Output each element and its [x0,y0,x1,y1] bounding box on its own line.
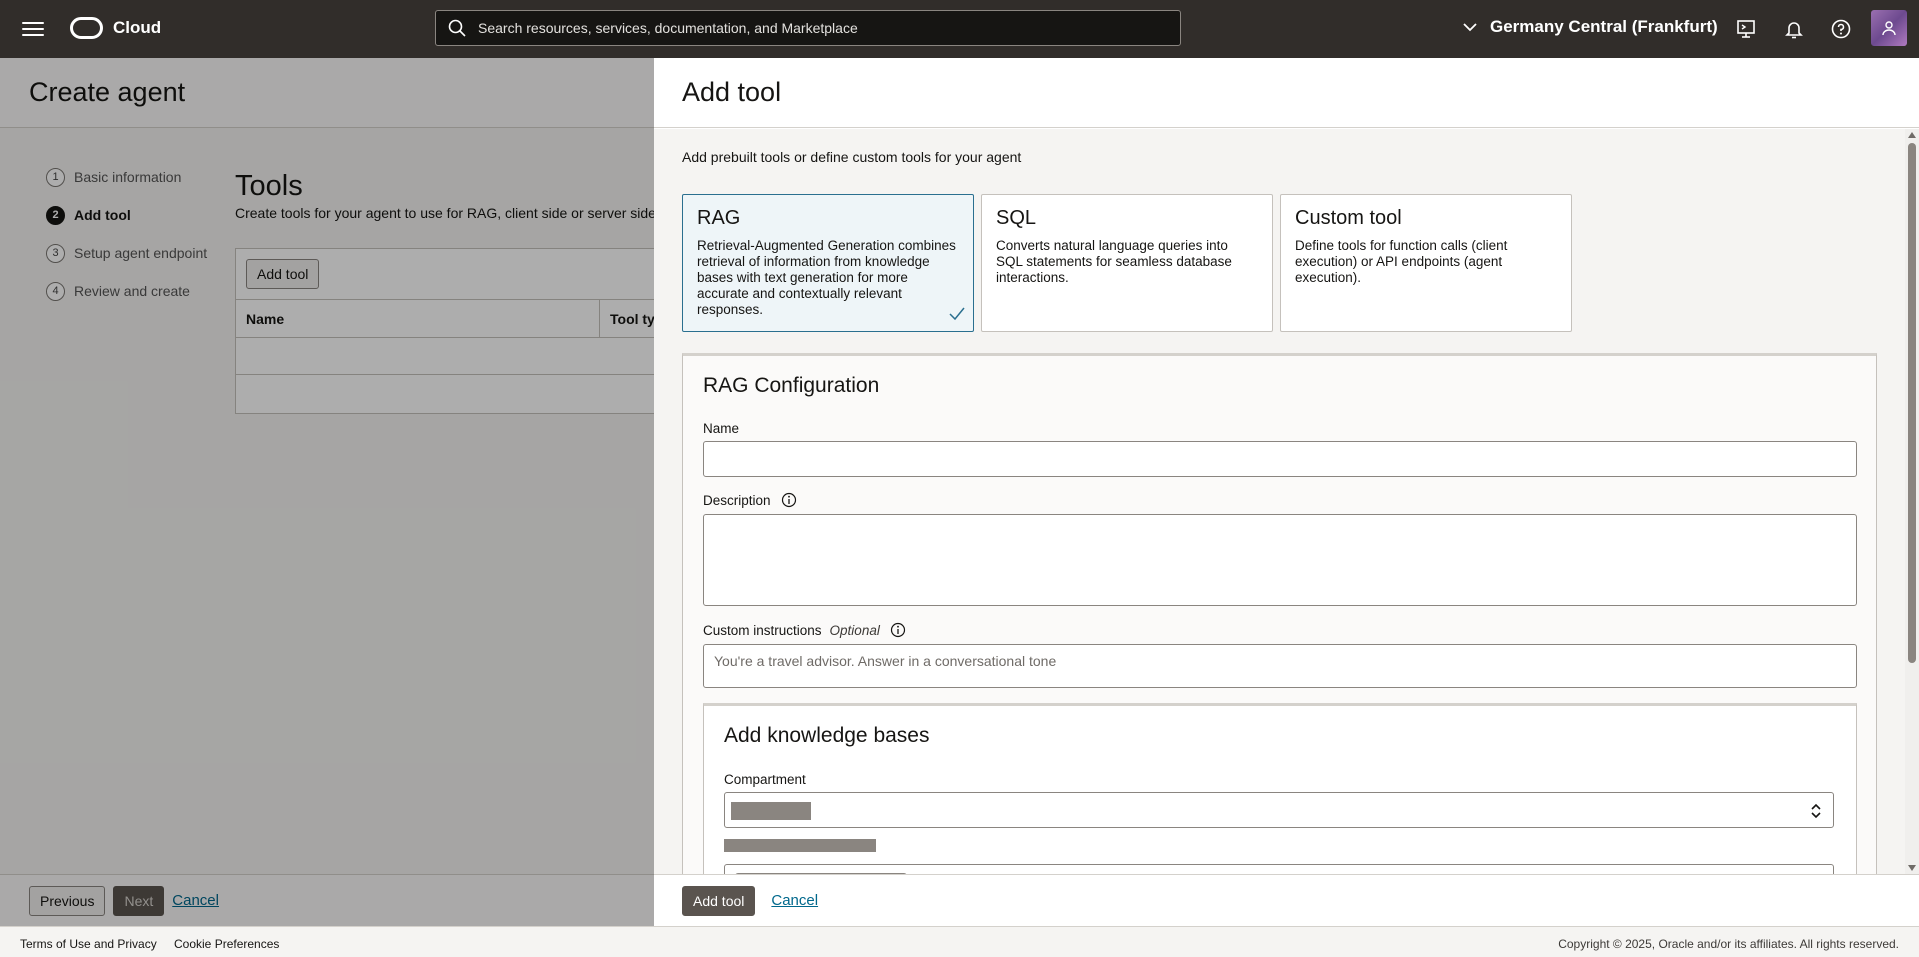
up-down-chevron-icon [1811,803,1821,819]
copyright-text: Copyright © 2025, Oracle and/or its affi… [1558,937,1899,951]
search-input[interactable] [478,20,1180,36]
optional-tag: Optional [829,622,880,638]
card-description: Define tools for function calls (client … [1295,238,1508,285]
terms-link[interactable]: Terms of Use and Privacy [20,937,157,951]
knowledge-base-table [724,864,1834,874]
top-navigation-bar: Cloud Germany Central (Frankfurt) [0,0,1919,58]
name-input[interactable] [703,441,1857,477]
user-avatar[interactable] [1871,10,1907,46]
panel-title: Add tool [682,77,782,107]
card-title: SQL [996,207,1037,229]
description-label-text: Description [703,492,771,508]
card-title: Custom tool [1295,207,1402,229]
card-title: RAG [697,207,741,229]
tool-card-sql[interactable]: SQL Converts natural language queries in… [981,194,1273,332]
user-icon [1882,21,1896,36]
help-icon[interactable] [1830,18,1852,40]
panel-header: Add tool [654,58,1919,128]
info-icon[interactable] [781,492,797,508]
redacted-path [724,839,876,852]
info-icon[interactable] [890,622,906,638]
add-tool-panel: Add tool Add prebuilt tools or define cu… [654,58,1919,926]
notifications-bell-icon[interactable] [1783,18,1805,40]
cloud-shell-icon[interactable] [1735,18,1757,40]
oracle-logo-icon[interactable] [70,17,103,39]
cookie-preferences-link[interactable]: Cookie Preferences [174,937,279,951]
compartment-select[interactable] [724,792,1834,828]
panel-body: Add prebuilt tools or define custom tool… [654,129,1919,874]
chevron-down-icon [1463,23,1477,32]
instructions-label-text: Custom instructions [703,622,822,638]
name-label-text: Name [703,421,740,436]
panel-intro: Add prebuilt tools or define custom tool… [682,149,1022,165]
panel-footer: Add tool Cancel [654,874,1919,926]
region-selector[interactable]: Germany Central (Frankfurt) [1462,17,1718,37]
panel-scrollbar[interactable] [1905,129,1919,874]
name-label: Name [703,421,739,436]
section-title: Add knowledge bases [724,724,930,747]
tool-card-rag[interactable]: RAG Retrieval-Augmented Generation combi… [682,194,974,332]
panel-cancel-link[interactable]: Cancel [771,892,818,909]
rag-configuration-section: RAG Configuration Name Description Custo… [682,353,1877,874]
tool-card-custom[interactable]: Custom tool Define tools for function ca… [1280,194,1572,332]
search-icon [448,19,466,37]
search-bar[interactable] [435,10,1181,46]
description-textarea[interactable] [703,514,1857,606]
region-label: Germany Central (Frankfurt) [1490,17,1718,36]
menu-icon[interactable] [22,18,44,38]
scroll-up-arrow[interactable] [1908,132,1916,138]
description-label: Description [703,492,797,508]
compartment-label: Compartment [724,772,806,787]
scroll-down-arrow[interactable] [1908,865,1916,871]
checkmark-icon [949,307,965,321]
section-title: RAG Configuration [703,374,880,397]
brand-name: Cloud [113,18,162,37]
redacted-value [731,802,811,820]
custom-instructions-label: Custom instructions Optional [703,622,906,638]
knowledge-bases-section: Add knowledge bases Compartment [703,703,1857,874]
card-description: Converts natural language queries into S… [996,238,1232,285]
modal-backdrop[interactable] [0,58,654,926]
page-footer: Terms of Use and Privacy Cookie Preferen… [0,926,1919,957]
custom-instructions-textarea[interactable] [703,644,1857,688]
card-description: Retrieval-Augmented Generation combines … [697,238,956,317]
add-tool-submit-button[interactable]: Add tool [682,885,756,916]
scroll-thumb[interactable] [1908,143,1916,663]
